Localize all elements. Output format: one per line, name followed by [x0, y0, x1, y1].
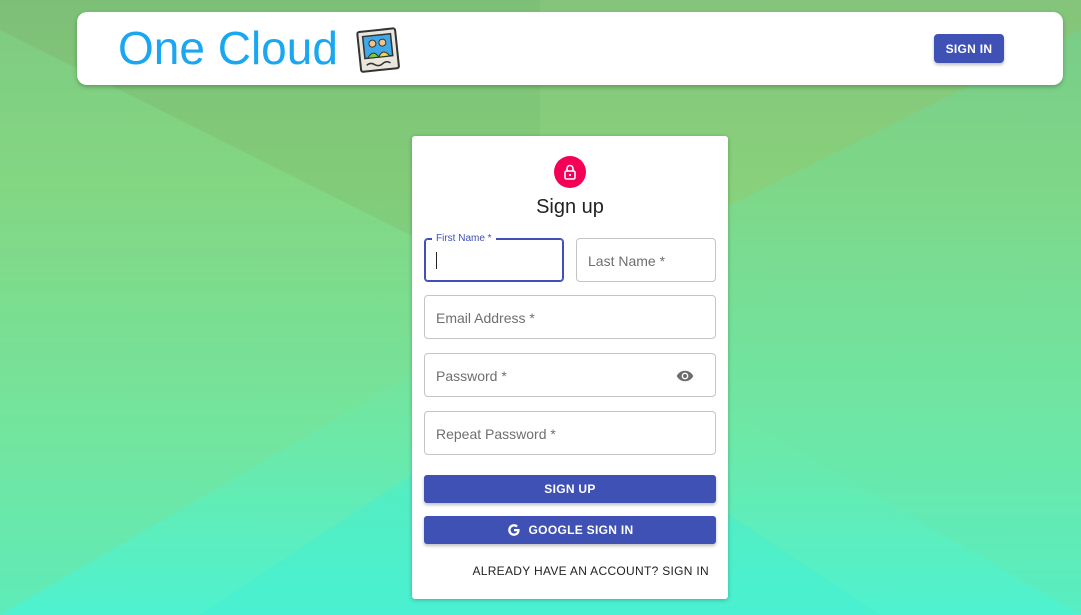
- first-name-field[interactable]: First Name *: [424, 233, 564, 282]
- top-app-bar: One Cloud SIGN IN: [77, 12, 1063, 85]
- last-name-placeholder: Last Name *: [588, 253, 666, 269]
- brand-name: One Cloud: [118, 22, 338, 74]
- page-title: Sign up: [536, 196, 604, 218]
- email-placeholder: Email Address *: [436, 310, 535, 326]
- sign-in-link[interactable]: ALREADY HAVE AN ACCOUNT? SIGN IN: [472, 564, 709, 578]
- google-sign-in-label: GOOGLE SIGN IN: [528, 523, 634, 537]
- lock-avatar: [554, 156, 586, 188]
- sign-up-card: Sign up First Name * Last Name * Email A…: [412, 136, 728, 599]
- page-background: One Cloud SIGN IN Sign up First Name * L…: [0, 0, 1081, 615]
- last-name-field[interactable]: Last Name *: [576, 238, 716, 282]
- sign-up-label: SIGN UP: [544, 482, 596, 496]
- google-sign-in-button[interactable]: GOOGLE SIGN IN: [424, 516, 716, 544]
- photo-frame-icon: [356, 27, 400, 73]
- lock-icon: [564, 164, 576, 180]
- repeat-password-field[interactable]: Repeat Password *: [424, 411, 716, 455]
- first-name-label: First Name *: [432, 233, 496, 244]
- password-placeholder: Password *: [436, 368, 507, 384]
- repeat-password-placeholder: Repeat Password *: [436, 426, 556, 442]
- password-field[interactable]: Password *: [424, 353, 716, 397]
- sign-up-button[interactable]: SIGN UP: [424, 475, 716, 503]
- email-field[interactable]: Email Address *: [424, 295, 716, 339]
- eye-icon[interactable]: [675, 367, 695, 385]
- google-icon: [507, 524, 520, 536]
- text-cursor: [436, 252, 437, 269]
- header-sign-in-button[interactable]: SIGN IN: [934, 34, 1004, 63]
